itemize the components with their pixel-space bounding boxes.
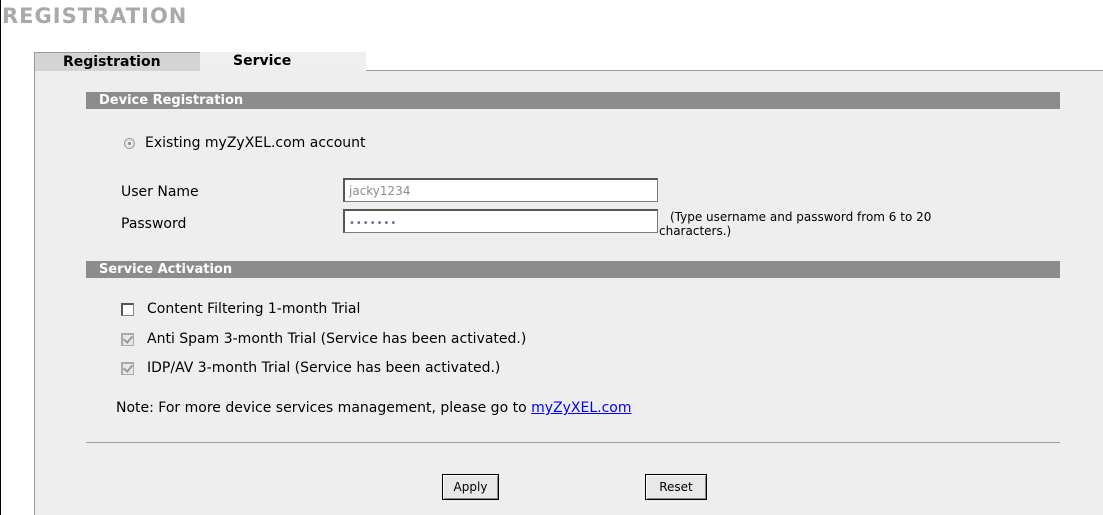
myzyxel-link[interactable]: myZyXEL.com: [531, 400, 631, 416]
page-title: REGISTRATION: [2, 4, 188, 28]
idp-av-label: IDP/AV 3-month Trial (Service has been a…: [147, 360, 501, 376]
password-input[interactable]: •••••••: [343, 209, 658, 233]
content-filtering-label: Content Filtering 1-month Trial: [147, 301, 361, 317]
note-prefix: Note: For more device services managemen…: [116, 400, 532, 416]
tab-service[interactable]: Service: [200, 52, 366, 71]
username-label: User Name: [121, 184, 199, 200]
credentials-hint-line1: (Type username and password from 6 to 20: [670, 210, 932, 224]
divider: [86, 442, 1060, 443]
content-filtering-checkbox[interactable]: [121, 303, 134, 316]
username-input[interactable]: jacky1234: [343, 178, 658, 202]
note-text: Note: For more device services managemen…: [116, 400, 631, 416]
reset-button[interactable]: Reset: [645, 474, 707, 500]
credentials-hint: (Type username and password from 6 to 20…: [659, 210, 931, 238]
device-registration-header: Device Registration: [86, 92, 1060, 109]
apply-button[interactable]: Apply: [442, 474, 499, 500]
credentials-hint-line2: characters.): [659, 224, 732, 238]
anti-spam-label: Anti Spam 3-month Trial (Service has bee…: [147, 331, 527, 347]
service-activation-header: Service Activation: [86, 261, 1060, 278]
tab-registration[interactable]: Registration: [34, 52, 200, 71]
password-label: Password: [121, 216, 187, 232]
existing-account-radio[interactable]: [124, 138, 135, 149]
left-border: [0, 0, 1, 515]
anti-spam-checkbox[interactable]: [121, 333, 134, 346]
idp-av-checkbox[interactable]: [121, 362, 134, 375]
existing-account-label: Existing myZyXEL.com account: [145, 135, 366, 151]
password-mask: •••••••: [349, 218, 398, 229]
